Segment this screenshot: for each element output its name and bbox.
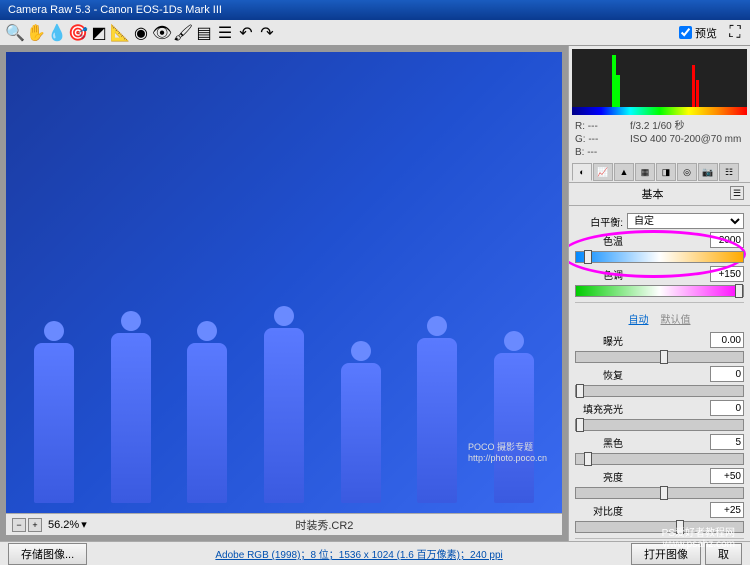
zoom-value[interactable]: 56.2% [48, 519, 79, 531]
zoom-tool-icon[interactable]: 🔍 [6, 24, 24, 42]
b-value: B: --- [575, 147, 597, 158]
panel-title: 基本 ☰ [569, 183, 750, 206]
preview-checkbox[interactable]: 预览 [679, 25, 717, 41]
tab-basic-icon[interactable]: ◐ [572, 163, 592, 181]
tab-camera-icon[interactable]: 📷 [698, 163, 718, 181]
filename-label: 时装秀.CR2 [93, 517, 556, 533]
recovery-label: 恢复 [575, 367, 623, 382]
save-button[interactable]: 存储图像... [8, 543, 87, 565]
spot-tool-icon[interactable]: ◉ [132, 24, 150, 42]
temp-slider[interactable] [575, 251, 744, 263]
g-value: G: --- [575, 133, 630, 146]
right-panel: R: ---f/3.2 1/60 秒 G: ---ISO 400 70-200@… [568, 46, 750, 541]
tab-preset-icon[interactable]: ☷ [719, 163, 739, 181]
footer-bar: 存储图像... Adobe RGB (1998)；8 位；1536 x 1024… [0, 541, 750, 565]
grad-filter-icon[interactable]: ▤ [195, 24, 213, 42]
recovery-slider[interactable] [575, 385, 744, 397]
zoom-in-icon[interactable]: + [28, 518, 42, 532]
rotate-right-icon[interactable]: ↷ [258, 24, 276, 42]
tab-split-icon[interactable]: ◨ [656, 163, 676, 181]
straighten-tool-icon[interactable]: 📐 [111, 24, 129, 42]
tab-detail-icon[interactable]: ▲ [614, 163, 634, 181]
rotate-left-icon[interactable]: ↶ [237, 24, 255, 42]
recovery-input[interactable] [710, 366, 744, 382]
temp-input[interactable] [710, 232, 744, 248]
r-value: R: --- [575, 120, 630, 133]
toolbar: 🔍 ✋ 💧 🎯 ◩ 📐 ◉ 👁 🖌 ▤ ☰ ↶ ↷ 预览 ⛶ [0, 20, 750, 46]
fill-label: 填充亮光 [575, 401, 623, 416]
fill-input[interactable] [710, 400, 744, 416]
tint-label: 色调 [575, 267, 623, 282]
zoom-out-icon[interactable]: − [12, 518, 26, 532]
tint-input[interactable] [710, 266, 744, 282]
preview-label: 预览 [695, 25, 717, 41]
tab-curve-icon[interactable]: 📈 [593, 163, 613, 181]
fill-slider[interactable] [575, 419, 744, 431]
profile-link[interactable]: Adobe RGB (1998)；8 位；1536 x 1024 (1.6 百万… [87, 546, 631, 561]
wb-label: 白平衡: [575, 214, 623, 229]
image-canvas[interactable]: POCO 摄影专题 http://photo.poco.cn [6, 52, 562, 513]
black-label: 黑色 [575, 435, 623, 450]
preview-check-input[interactable] [679, 26, 692, 39]
zoom-control: − + 56.2% ▾ [12, 518, 87, 532]
fullscreen-icon[interactable]: ⛶ [726, 24, 744, 42]
panel-menu-icon[interactable]: ☰ [730, 186, 744, 200]
black-input[interactable] [710, 434, 744, 450]
iso: ISO 400 70-200@70 mm [630, 133, 741, 146]
tint-row: 色调 [575, 266, 744, 282]
fstop: f/3.2 1/60 秒 [630, 120, 684, 133]
hand-tool-icon[interactable]: ✋ [27, 24, 45, 42]
titlebar: Camera Raw 5.3 - Canon EOS-1Ds Mark III [0, 0, 750, 20]
exposure-slider[interactable] [575, 351, 744, 363]
main-area: POCO 摄影专题 http://photo.poco.cn − + 56.2%… [0, 46, 750, 541]
tab-hsl-icon[interactable]: ▦ [635, 163, 655, 181]
bright-slider[interactable] [575, 487, 744, 499]
crop-tool-icon[interactable]: ◩ [90, 24, 108, 42]
auto-default-row: 自动 默认值 [575, 308, 744, 329]
tab-lens-icon[interactable]: ◎ [677, 163, 697, 181]
controls: 白平衡: 自定 色温 色调 自动 默认值 曝光 恢复 [569, 206, 750, 541]
wb-select[interactable]: 自定 [627, 213, 744, 229]
adjust-brush-icon[interactable]: 🖌 [174, 24, 192, 42]
tint-slider[interactable] [575, 285, 744, 297]
panel-tabs: ◐ 📈 ▲ ▦ ◨ ◎ 📷 ☷ [569, 163, 750, 183]
bright-input[interactable] [710, 468, 744, 484]
color-sampler-icon[interactable]: 🎯 [69, 24, 87, 42]
panel-title-text: 基本 [575, 186, 730, 202]
default-link[interactable]: 默认值 [661, 311, 691, 326]
redeye-tool-icon[interactable]: 👁 [153, 24, 171, 42]
temp-label: 色温 [575, 233, 623, 248]
exposure-label: 曝光 [575, 333, 623, 348]
temp-row: 色温 [575, 232, 744, 248]
auto-link[interactable]: 自动 [629, 311, 649, 326]
bright-label: 亮度 [575, 469, 623, 484]
prefs-icon[interactable]: ☰ [216, 24, 234, 42]
exposure-input[interactable] [710, 332, 744, 348]
watermark-poco: POCO 摄影专题 http://photo.poco.cn [468, 440, 547, 463]
title-text: Camera Raw 5.3 - Canon EOS-1Ds Mark III [8, 4, 222, 16]
image-viewer: POCO 摄影专题 http://photo.poco.cn − + 56.2%… [0, 46, 568, 541]
watermark-psahz: PS爱好者教程网 www.psahz.com [662, 524, 735, 550]
wb-tool-icon[interactable]: 💧 [48, 24, 66, 42]
contrast-input[interactable] [710, 502, 744, 518]
black-slider[interactable] [575, 453, 744, 465]
viewer-bottombar: − + 56.2% ▾ 时装秀.CR2 [6, 513, 562, 535]
contrast-label: 对比度 [575, 503, 623, 518]
histogram[interactable] [572, 49, 747, 115]
wb-row: 白平衡: 自定 [575, 213, 744, 229]
camera-info: R: ---f/3.2 1/60 秒 G: ---ISO 400 70-200@… [569, 118, 750, 161]
zoom-dropdown-icon[interactable]: ▾ [81, 518, 87, 531]
